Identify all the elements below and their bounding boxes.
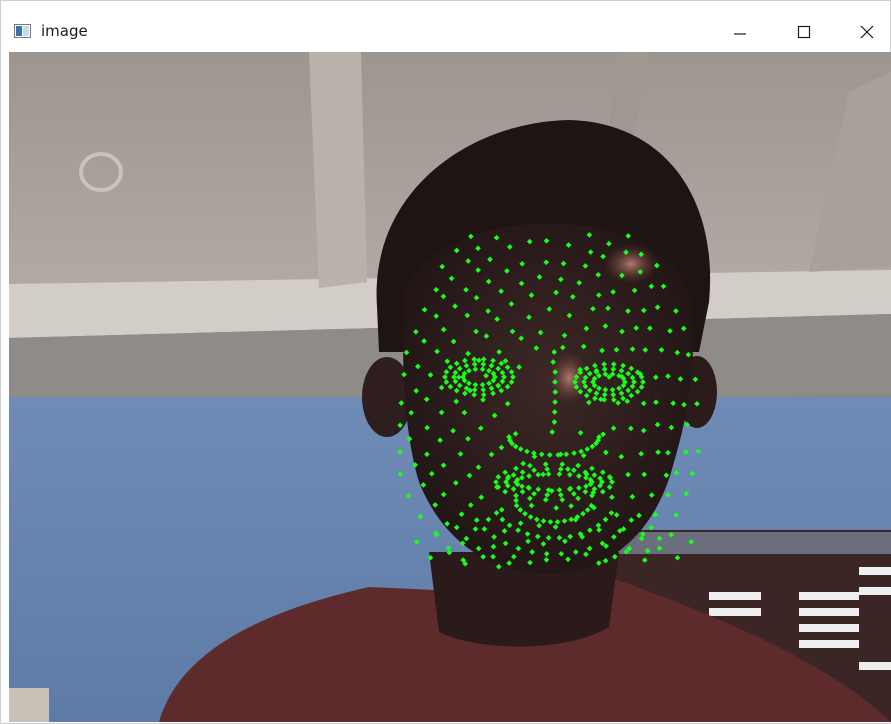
- maximize-icon: [797, 25, 811, 39]
- close-icon: [860, 25, 874, 39]
- title-bar[interactable]: image: [1, 1, 890, 52]
- minimize-icon: [734, 33, 746, 35]
- window-app-icon: [14, 24, 31, 38]
- close-button[interactable]: [844, 13, 890, 51]
- minimize-button[interactable]: [717, 13, 763, 51]
- image-window: image: [0, 0, 891, 724]
- nose-glare: [549, 352, 589, 404]
- bed-rail: [609, 532, 891, 554]
- forehead-glare: [603, 244, 659, 284]
- window-title: image: [41, 22, 88, 40]
- camera-frame: [9, 52, 891, 722]
- picture-frame: [9, 688, 49, 722]
- maximize-button[interactable]: [781, 13, 827, 51]
- image-canvas: [9, 52, 891, 722]
- ceiling-pillar: [309, 52, 367, 288]
